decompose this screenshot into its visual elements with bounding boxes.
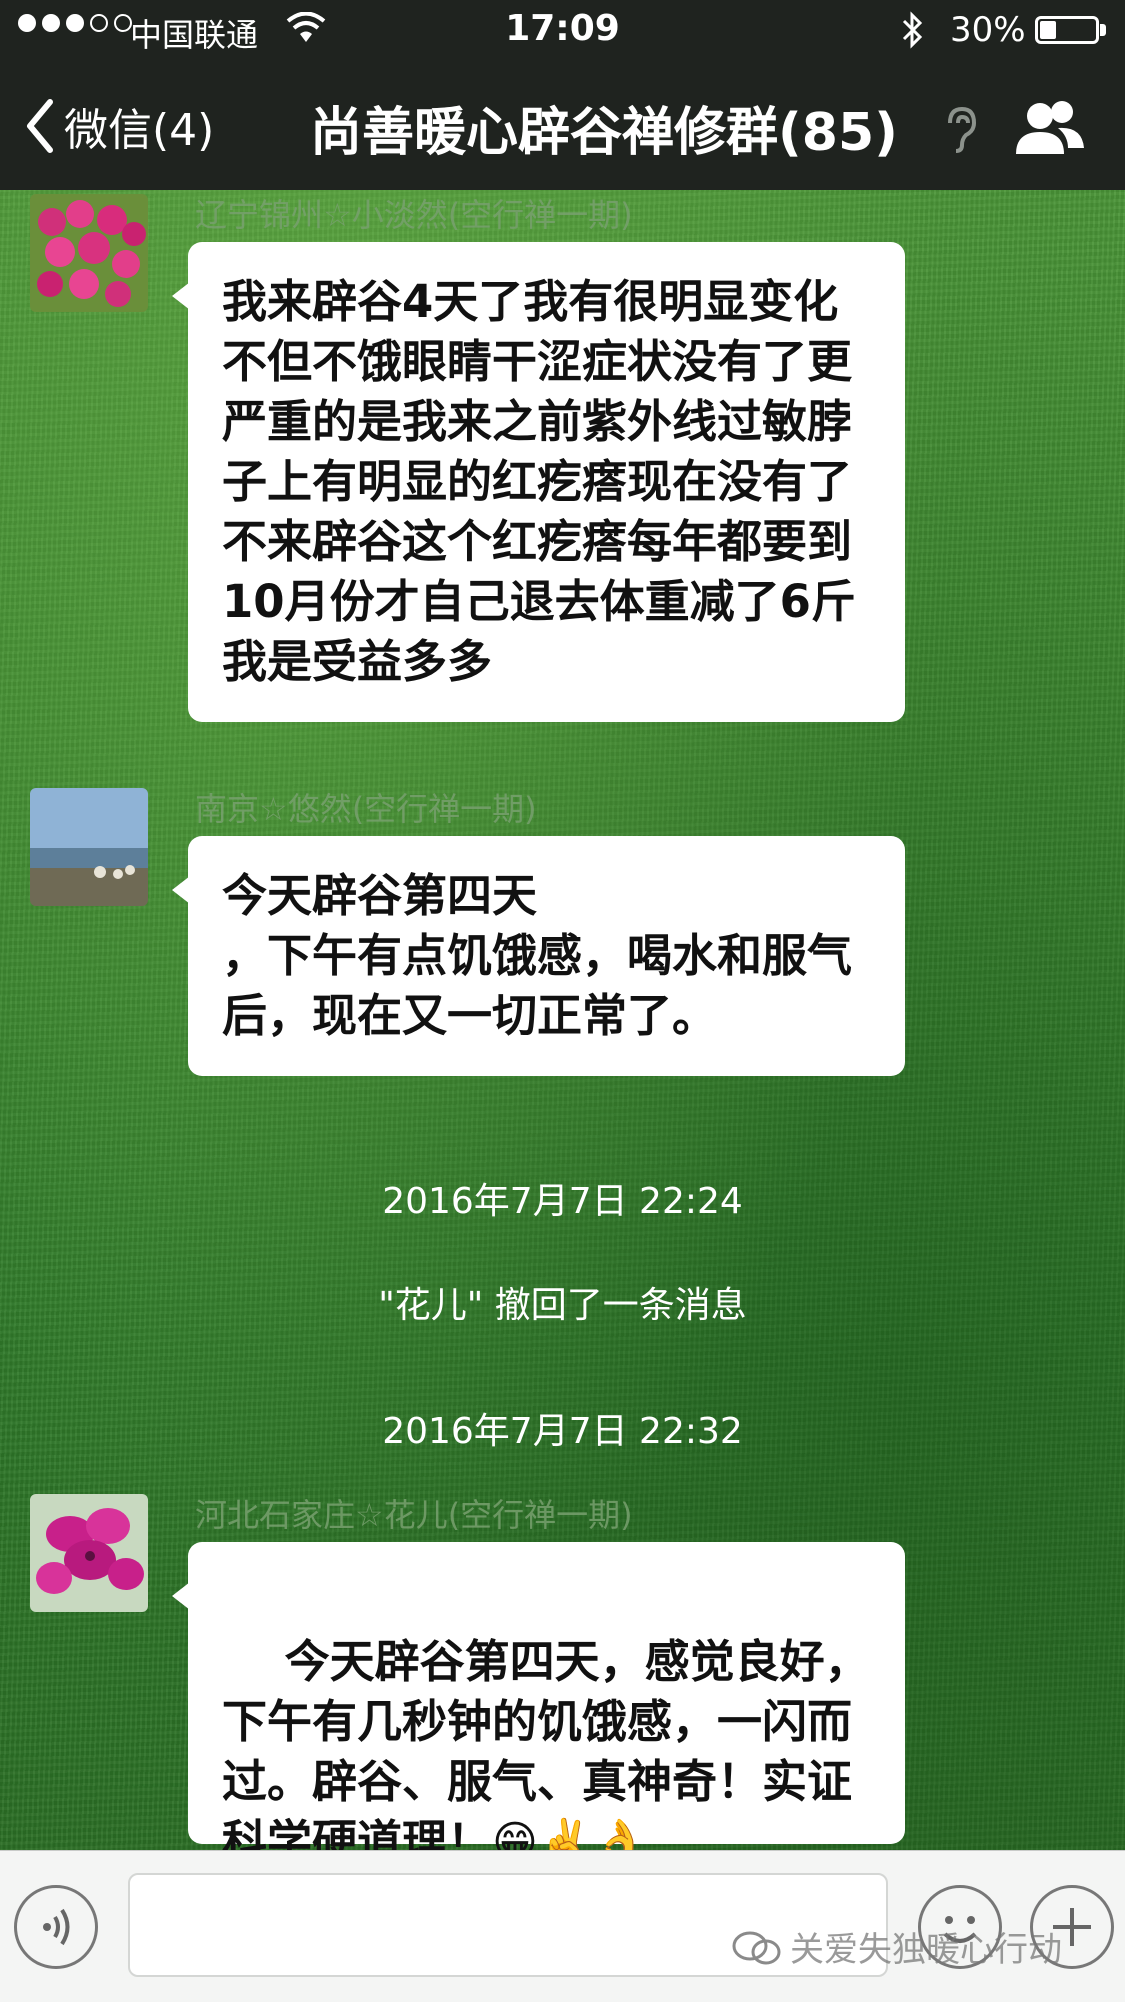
timestamp: 2016年7月7日 22:24 <box>382 1181 743 1222</box>
back-label: 微信(4) <box>64 105 215 156</box>
message-bubble[interactable]: 我来辟谷4天了我有很明显变化不但不饿眼睛干涩症状没有了更严重的是我来之前紫外线过… <box>172 242 905 722</box>
avatar[interactable] <box>30 194 148 312</box>
sender-name: 南京☆悠然(空行禅一期) <box>195 790 537 828</box>
avatar[interactable] <box>30 1494 148 1612</box>
nav-bar: 微信(4) 尚善暖心辟谷禅修群(85) <box>0 60 1125 190</box>
wechat-logo-icon <box>732 1931 781 1965</box>
avatar[interactable] <box>30 788 148 906</box>
bluetooth-icon <box>902 11 923 49</box>
chat-title: 尚善暖心辟谷禅修群(85) <box>310 103 898 163</box>
status-bar: 中国联通 17:09 30% <box>0 0 1125 60</box>
back-button[interactable]: 微信(4) <box>24 94 214 158</box>
message-bubble[interactable]: 今天辟谷第四天 ，下午有点饥饿感，喝水和服气后，现在又一切正常了。 <box>172 836 905 1076</box>
watermark: 关爱失独暖心行动 <box>790 1930 1062 1970</box>
battery-percent: 30% <box>950 10 1026 50</box>
battery-tip <box>1100 24 1106 36</box>
voice-icon <box>43 1908 70 1946</box>
group-members-icon[interactable] <box>1012 98 1086 158</box>
recall-notice: "花儿" 撤回了一条消息 <box>378 1285 747 1326</box>
battery-icon <box>1035 16 1099 44</box>
timestamp: 2016年7月7日 22:32 <box>382 1411 743 1452</box>
message-bubble[interactable]: 今天辟谷第四天，感觉良好，下午有几秒钟的饥饿感，一闪而过。辟谷、服气、真神奇！实… <box>172 1542 905 1868</box>
sender-name: 河北石家庄☆花儿(空行禅一期) <box>195 1496 633 1534</box>
voice-button[interactable] <box>14 1885 98 1969</box>
earpiece-mode-icon <box>948 106 977 153</box>
chevron-left-icon <box>27 99 53 153</box>
sender-name: 辽宁锦州☆小淡然(空行禅一期) <box>195 196 633 234</box>
